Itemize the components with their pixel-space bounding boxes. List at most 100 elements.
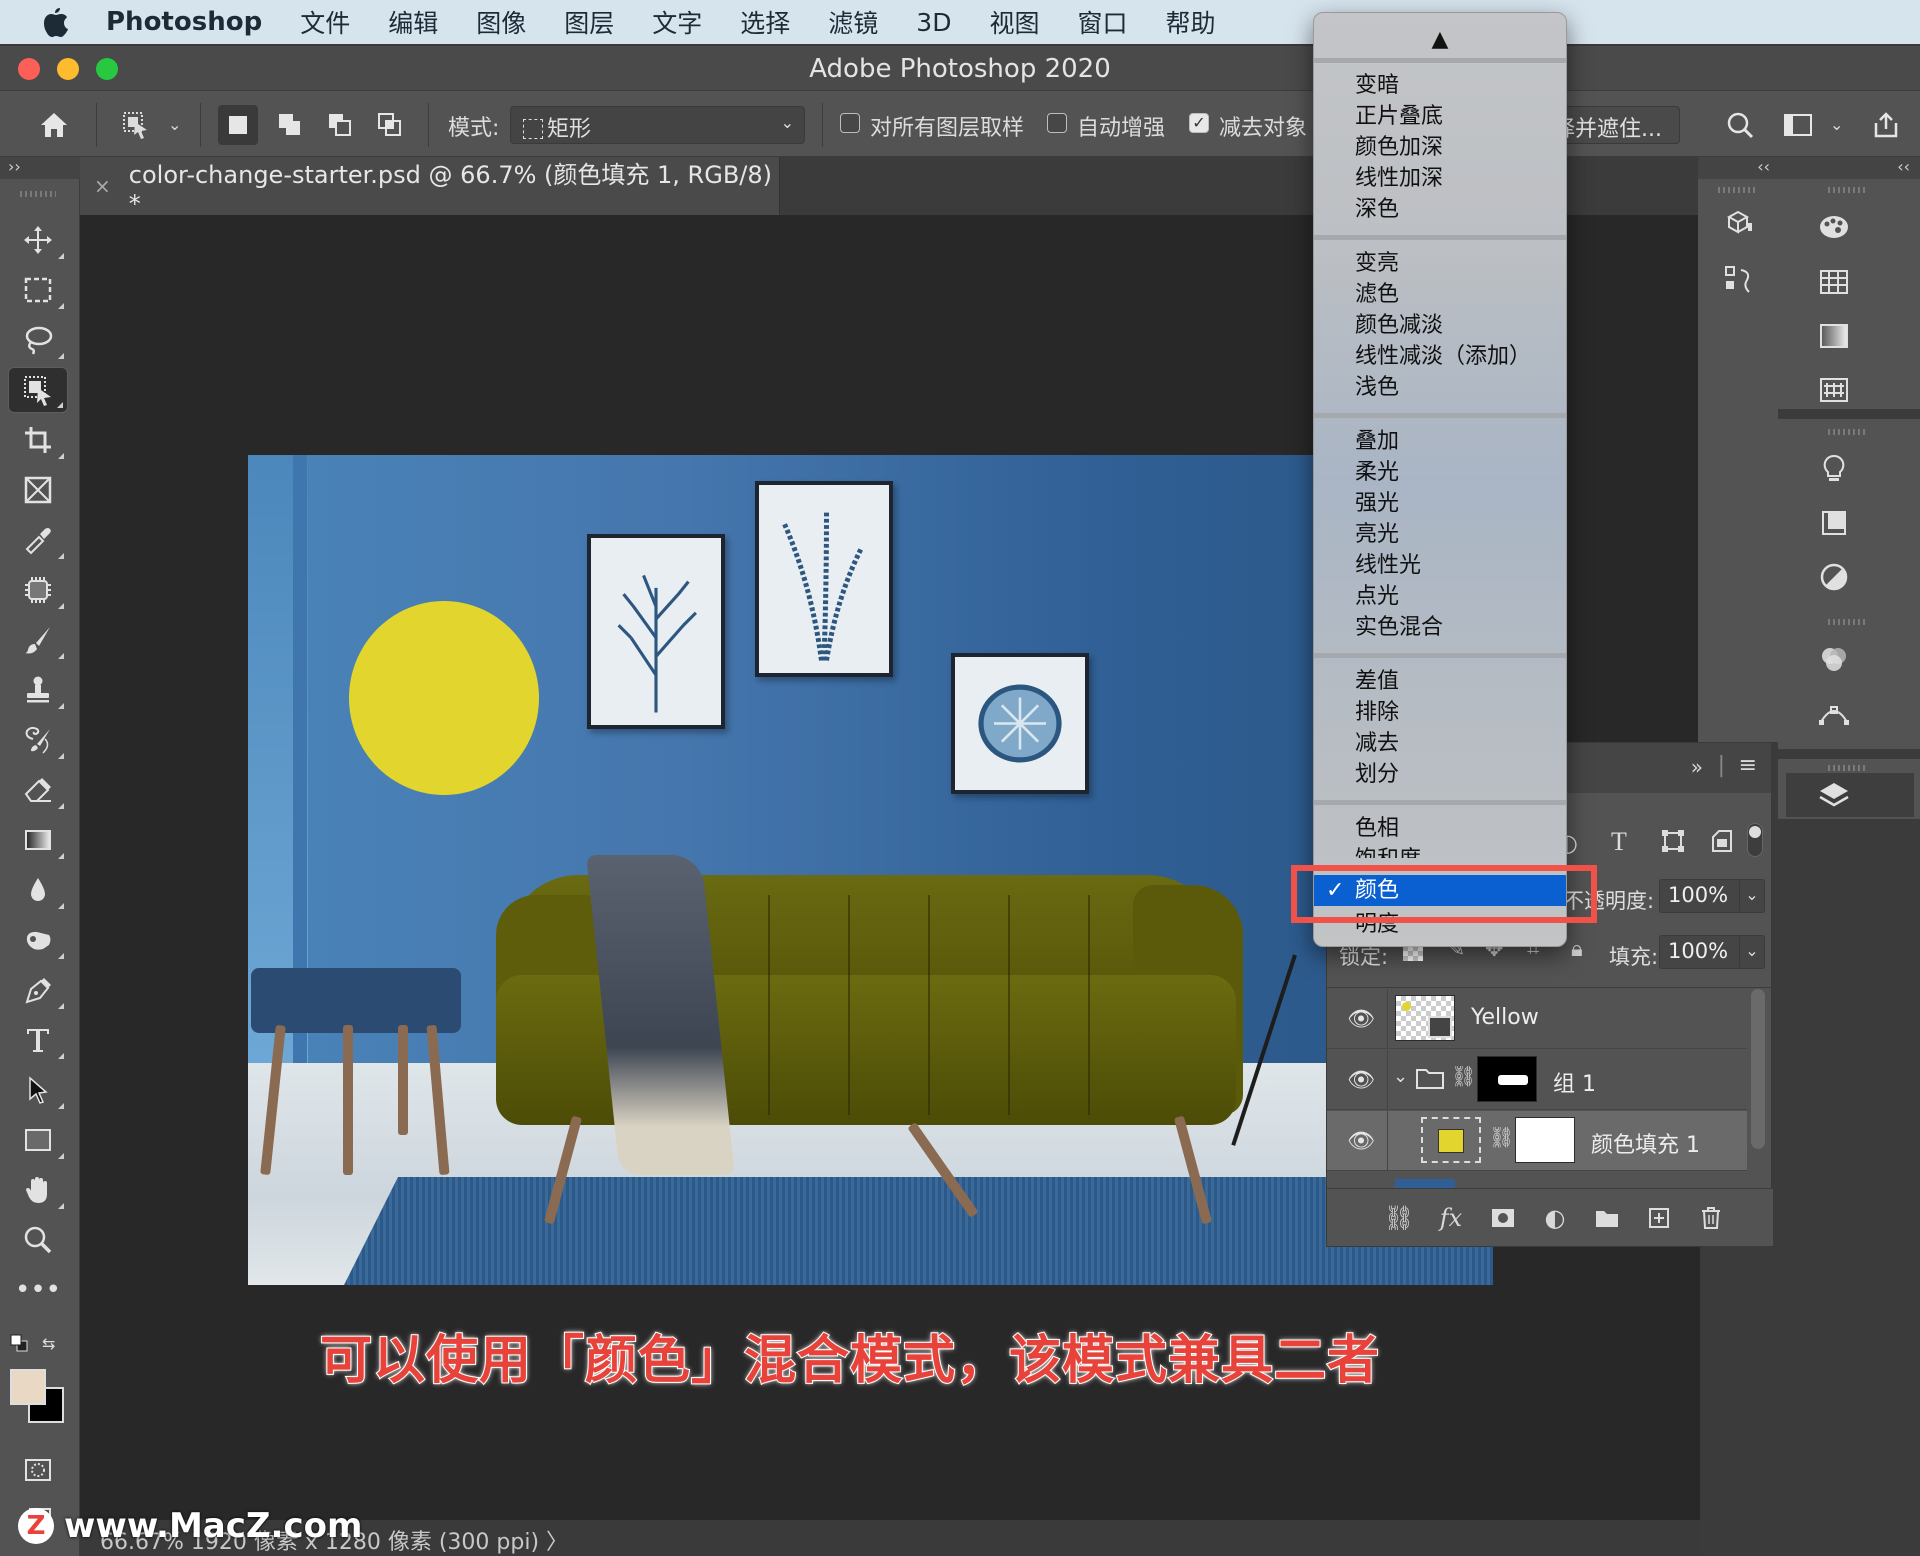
new-layer-icon[interactable] <box>1639 1198 1679 1238</box>
blend-option-subtract[interactable]: 减去 <box>1314 728 1566 759</box>
home-icon[interactable] <box>34 105 74 145</box>
blend-option-soft-light[interactable]: 柔光 <box>1314 457 1566 488</box>
opacity-dropdown-chevron-icon[interactable]: ⌄ <box>1739 879 1765 913</box>
dock-collapse-1-button[interactable]: ‹‹ <box>1698 157 1780 179</box>
lasso-tool[interactable] <box>8 317 68 363</box>
brush-tool[interactable] <box>8 617 68 663</box>
blend-option-overlay[interactable]: 叠加 <box>1314 426 1566 457</box>
type-tool[interactable] <box>8 1017 68 1063</box>
menu-edit[interactable]: 编辑 <box>388 4 438 40</box>
filter-toggle[interactable] <box>1747 823 1763 857</box>
layer-mask-thumbnail[interactable] <box>1515 1117 1575 1163</box>
blend-mode-dropdown-menu[interactable]: ▲ 变暗 正片叠底 颜色加深 线性加深 深色 变亮 滤色 颜色减淡 线性减淡（添… <box>1313 12 1567 947</box>
mode-select[interactable]: 矩形 ⌄ <box>510 106 805 144</box>
menu-file[interactable]: 文件 <box>300 4 350 40</box>
frame-tool[interactable] <box>8 467 68 513</box>
blend-option-divide[interactable]: 划分 <box>1314 759 1566 790</box>
filter-smart-object-icon[interactable] <box>1711 829 1733 857</box>
rectangle-tool[interactable] <box>8 1117 68 1163</box>
blend-option-pin-light[interactable]: 点光 <box>1314 581 1566 612</box>
panel-expand-icon[interactable]: » <box>1691 755 1703 779</box>
layers-scrollbar[interactable] <box>1751 989 1765 1149</box>
group-mask-thumbnail[interactable] <box>1477 1056 1537 1102</box>
menu-help[interactable]: 帮助 <box>1165 4 1215 40</box>
lock-all-icon[interactable]: 🔒︎ <box>1571 937 1583 962</box>
fill-dropdown-chevron-icon[interactable]: ⌄ <box>1739 935 1765 969</box>
panel-menu-icon[interactable]: ≡ <box>1739 753 1757 778</box>
opacity-input[interactable]: 100% <box>1659 879 1743 913</box>
subtract-from-selection-icon[interactable] <box>320 105 360 145</box>
group-expand-chevron-icon[interactable]: ⌄ <box>1393 1066 1408 1087</box>
spot-healing-tool[interactable] <box>8 567 68 613</box>
blend-option-hue[interactable]: 色相 <box>1314 813 1566 844</box>
status-menu-chevron-icon[interactable]: 〉 <box>546 1530 568 1555</box>
blend-option-linear-burn[interactable]: 线性加深 <box>1314 163 1566 194</box>
layer-row-yellow[interactable]: 👁︎ Yellow <box>1327 989 1747 1049</box>
document-tab[interactable]: × color-change-starter.psd @ 66.7% (颜色填充… <box>80 157 780 218</box>
menu-filter[interactable]: 滤镜 <box>828 4 878 40</box>
toolbar-collapse-button[interactable]: ›› <box>0 157 80 179</box>
libraries-panel-icon[interactable] <box>1812 501 1856 545</box>
add-mask-icon[interactable] <box>1483 1198 1523 1238</box>
blend-option-exclusion[interactable]: 排除 <box>1314 697 1566 728</box>
object-select-tool-preset-icon[interactable] <box>116 105 156 145</box>
history-brush-tool[interactable] <box>8 717 68 763</box>
gradient-tool[interactable] <box>8 817 68 863</box>
filter-shape-icon[interactable] <box>1661 829 1685 857</box>
fill-input[interactable]: 100% <box>1659 935 1743 969</box>
intersect-selection-icon[interactable] <box>370 105 410 145</box>
workspace-chevron-icon[interactable]: ⌄ <box>1830 115 1843 134</box>
eyedropper-tool[interactable] <box>8 517 68 563</box>
blend-option-saturation[interactable]: 饱和度 <box>1314 844 1566 858</box>
sample-all-layers-checkbox[interactable] <box>840 113 860 133</box>
blend-option-lighten[interactable]: 变亮 <box>1314 248 1566 279</box>
blend-option-multiply[interactable]: 正片叠底 <box>1314 101 1566 132</box>
blur-tool[interactable] <box>8 867 68 913</box>
gradients-panel-icon[interactable] <box>1812 314 1856 358</box>
filter-type-icon[interactable]: T <box>1611 827 1627 857</box>
path-selection-tool[interactable] <box>8 1067 68 1113</box>
blend-option-linear-dodge[interactable]: 线性减淡（添加） <box>1314 341 1566 372</box>
menu-layer[interactable]: 图层 <box>564 4 614 40</box>
blend-option-lighter-color[interactable]: 浅色 <box>1314 372 1566 403</box>
fill-layer-thumbnail[interactable] <box>1421 1117 1481 1163</box>
add-to-selection-icon[interactable] <box>270 105 310 145</box>
object-selection-tool[interactable] <box>8 367 68 413</box>
preset-dropdown-chevron-icon[interactable]: ⌄ <box>168 115 181 134</box>
adjustments-panel-icon[interactable] <box>1812 555 1856 599</box>
layers-panel-icon[interactable] <box>1812 773 1856 817</box>
hand-tool[interactable] <box>8 1167 68 1213</box>
crop-tool[interactable] <box>8 417 68 463</box>
blend-option-darker-color[interactable]: 深色 <box>1314 194 1566 225</box>
more-tools-button[interactable]: ••• <box>8 1267 68 1313</box>
close-tab-icon[interactable]: × <box>94 174 111 198</box>
apple-logo-icon[interactable] <box>40 5 70 39</box>
delete-layer-trash-icon[interactable] <box>1691 1198 1731 1238</box>
app-menu[interactable]: Photoshop <box>106 7 262 37</box>
menu-view[interactable]: 视图 <box>989 4 1039 40</box>
color-panel-icon[interactable] <box>1812 205 1856 249</box>
dock-collapse-2-button[interactable]: ‹‹ <box>1778 157 1920 179</box>
channels-panel-icon[interactable] <box>1812 637 1856 681</box>
mask-link-icon[interactable]: ⛓︎ <box>1489 1125 1514 1149</box>
swatches-panel-icon[interactable] <box>1812 260 1856 304</box>
share-icon[interactable] <box>1866 105 1906 145</box>
paths-panel-icon[interactable] <box>1716 257 1760 301</box>
blend-option-screen[interactable]: 滤色 <box>1314 279 1566 310</box>
blend-option-color-dodge[interactable]: 颜色减淡 <box>1314 310 1566 341</box>
3d-panel-icon[interactable] <box>1716 202 1760 246</box>
blend-option-hard-light[interactable]: 强光 <box>1314 488 1566 519</box>
link-layers-icon[interactable]: ⛓︎ <box>1379 1198 1419 1238</box>
new-selection-icon[interactable] <box>218 105 258 145</box>
eraser-tool[interactable] <box>8 767 68 813</box>
mask-link-icon[interactable]: ⛓︎ <box>1451 1064 1476 1088</box>
dodge-tool[interactable] <box>8 917 68 963</box>
visibility-eye-icon[interactable]: 👁︎ <box>1347 1127 1375 1155</box>
move-tool[interactable] <box>8 217 68 263</box>
menu-select[interactable]: 选择 <box>740 4 790 40</box>
workspace-icon[interactable] <box>1778 105 1818 145</box>
new-group-folder-icon[interactable] <box>1587 1198 1627 1238</box>
auto-enhance-checkbox[interactable] <box>1047 113 1067 133</box>
layer-row-group-1[interactable]: 👁︎ ⌄ ⛓︎ 组 1 <box>1327 1050 1747 1110</box>
layer-name[interactable]: 颜色填充 1 <box>1591 1127 1700 1159</box>
